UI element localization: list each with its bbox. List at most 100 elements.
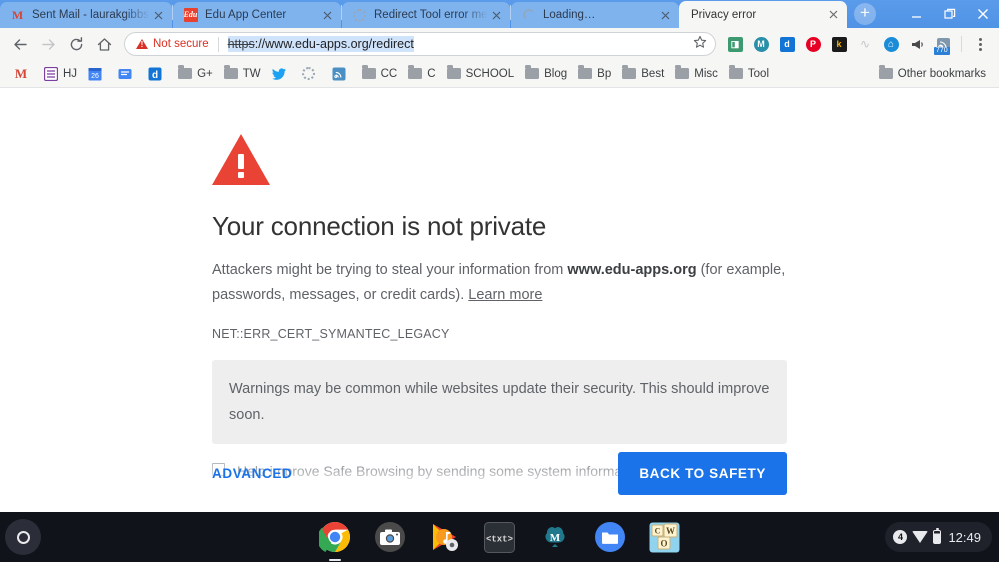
words-game-app[interactable]: C W O: [648, 520, 682, 554]
running-indicator: [328, 558, 341, 561]
mendeley-extension-icon[interactable]: M: [750, 33, 772, 55]
tab-redirect-tool-error[interactable]: Redirect Tool error messa: [342, 2, 510, 28]
bookmark-calendar[interactable]: 26: [82, 63, 112, 85]
bookmark-label: TW: [242, 67, 261, 80]
bookmark-gmail[interactable]: M: [8, 63, 38, 85]
play-music-app[interactable]: [428, 520, 462, 554]
chrome-menu-button[interactable]: [969, 33, 991, 55]
bookmark-feedly[interactable]: [326, 63, 356, 85]
folder-icon: [407, 65, 423, 82]
new-tab-button[interactable]: +: [851, 0, 879, 28]
mendeley-app[interactable]: M: [538, 520, 572, 554]
pinterest-extension-icon[interactable]: P: [802, 33, 824, 55]
text-editor-app[interactable]: <txt>: [483, 520, 517, 554]
toolbar-divider: [961, 36, 962, 52]
tab-title: Privacy error: [691, 8, 757, 21]
learn-more-link[interactable]: Learn more: [468, 287, 542, 303]
bookmark-folder-school[interactable]: SCHOOL: [441, 63, 520, 85]
feedly-extension-icon[interactable]: 770: [932, 33, 954, 55]
bookmark-folder-gplus[interactable]: G+: [172, 63, 218, 85]
launcher-button[interactable]: [5, 519, 41, 555]
diigo-glyph: d: [779, 36, 795, 52]
files-app[interactable]: [593, 520, 627, 554]
internet-archive-extension-icon[interactable]: ⌂: [880, 33, 902, 55]
restore-button[interactable]: [933, 0, 966, 28]
text-editor-icon: <txt>: [484, 521, 515, 553]
home-button[interactable]: [90, 30, 118, 58]
megaphone-icon: [911, 39, 923, 49]
bookmark-folder-bp[interactable]: Bp: [572, 63, 616, 85]
tab-title: Sent Mail - laurakgibbs@g: [32, 9, 150, 21]
bookmark-folder-cc[interactable]: CC: [356, 63, 403, 85]
info-box: Warnings may be common while websites up…: [212, 360, 787, 444]
back-to-safety-button[interactable]: BACK TO SAFETY: [618, 452, 787, 495]
chrome-app[interactable]: [318, 520, 352, 561]
bookmark-star-icon[interactable]: [687, 35, 707, 54]
interstitial-body: Attackers might be trying to steal your …: [212, 258, 787, 308]
security-label: Not secure: [153, 38, 209, 50]
bookmark-label: Best: [641, 67, 665, 80]
back-button[interactable]: [6, 30, 34, 58]
bookmark-twitter[interactable]: [266, 63, 296, 85]
camera-app[interactable]: [373, 520, 407, 554]
muted-extension-icon[interactable]: ∿: [854, 33, 876, 55]
bookmark-folder-best[interactable]: Best: [616, 63, 669, 85]
close-icon[interactable]: [657, 7, 673, 23]
folder-icon: [577, 65, 593, 82]
svg-text:26: 26: [91, 73, 99, 80]
bookmark-folder-blog[interactable]: Blog: [519, 63, 572, 85]
loading-spinner-icon: [352, 8, 367, 23]
chromeos-shelf: <txt> M C W O 4 12:49: [0, 512, 999, 562]
tab-loading[interactable]: Loading…: [511, 2, 679, 28]
pinterest-glyph: P: [805, 36, 821, 52]
minimize-button[interactable]: [900, 0, 933, 28]
tab-privacy-error[interactable]: Privacy error: [679, 1, 847, 28]
url-rest: ://www.edu-apps.org/redirect: [254, 37, 414, 51]
close-icon[interactable]: [488, 7, 504, 23]
window-controls: [900, 0, 999, 28]
bookmark-label: CC: [380, 67, 398, 80]
tab-edu-app-center[interactable]: Edu Edu App Center: [173, 2, 341, 28]
address-bar[interactable]: Not secure https://www.edu-apps.org/redi…: [124, 32, 716, 56]
page-content: Your connection is not private Attackers…: [0, 89, 999, 512]
reload-button[interactable]: [62, 30, 90, 58]
close-button[interactable]: [966, 0, 999, 28]
tab-sent-mail[interactable]: M Sent Mail - laurakgibbs@g: [0, 2, 172, 28]
browser-toolbar: Not secure https://www.edu-apps.org/redi…: [0, 28, 999, 60]
bookmark-label: G+: [197, 67, 213, 80]
chrome-icon: [318, 522, 350, 552]
diigo-extension-icon[interactable]: d: [776, 33, 798, 55]
kindle-extension-icon[interactable]: k: [828, 33, 850, 55]
bookmark-loading[interactable]: [296, 63, 326, 85]
gmail-icon: M: [11, 8, 24, 22]
security-status[interactable]: Not secure: [136, 38, 209, 50]
announcement-extension-icon[interactable]: [906, 33, 928, 55]
bookmark-keep[interactable]: [112, 63, 142, 85]
bookmark-folder-c[interactable]: C: [402, 63, 440, 85]
tab-title: Redirect Tool error messa: [374, 9, 488, 21]
other-bookmarks-button[interactable]: Other bookmarks: [873, 63, 991, 85]
bookmark-folder-tool[interactable]: Tool: [723, 63, 774, 85]
forward-button[interactable]: [34, 30, 62, 58]
screen-capture-extension-icon[interactable]: ◨: [724, 33, 746, 55]
url-text[interactable]: https://www.edu-apps.org/redirect: [227, 36, 414, 52]
shelf-app-list: <txt> M C W O: [318, 520, 682, 561]
folder-icon: [177, 65, 193, 82]
close-icon[interactable]: [825, 7, 841, 23]
bookmark-diigo[interactable]: d: [142, 63, 172, 85]
svg-text:C: C: [655, 526, 661, 535]
error-code: NET::ERR_CERT_SYMANTEC_LEGACY: [212, 327, 450, 341]
kindle-glyph: k: [831, 36, 847, 52]
advanced-button[interactable]: ADVANCED: [212, 466, 292, 481]
twitter-icon: [271, 66, 287, 82]
ssl-interstitial: Your connection is not private Attackers…: [212, 89, 787, 481]
browser-window: M Sent Mail - laurakgibbs@g Edu Edu App …: [0, 0, 999, 562]
keep-icon: [117, 66, 133, 82]
bookmark-folder-tw[interactable]: TW: [218, 63, 266, 85]
omnibox-divider: [217, 36, 219, 52]
system-tray[interactable]: 4 12:49: [885, 522, 992, 552]
close-icon[interactable]: [319, 7, 335, 23]
close-icon[interactable]: [150, 7, 166, 23]
bookmark-folder-misc[interactable]: Misc: [669, 63, 723, 85]
bookmark-hj[interactable]: HJ: [38, 63, 82, 85]
